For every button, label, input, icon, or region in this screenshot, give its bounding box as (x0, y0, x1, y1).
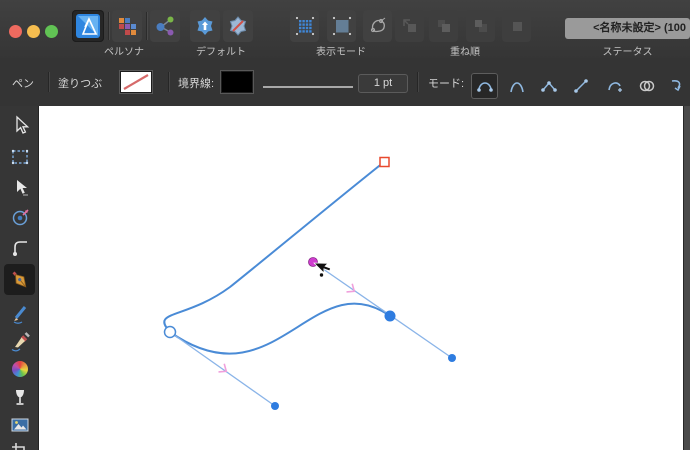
mouse-cursor (313, 262, 332, 274)
smart-mode-button[interactable] (503, 73, 530, 99)
top-toolbar: ペルソナ デフォルト 表示モード 重ね順 <名称未設定> (100 ステータス (0, 0, 690, 59)
place-image-tool[interactable] (4, 410, 35, 439)
add-new-curve-icon (607, 82, 622, 92)
corner-tool[interactable] (4, 232, 35, 261)
move-to-front-button (395, 10, 424, 42)
node-tool-icon (16, 179, 28, 196)
status-group-label: ステータス (602, 47, 653, 58)
export-persona-button[interactable] (150, 10, 180, 42)
defaults-group-label: デフォルト (196, 47, 246, 58)
attach-curve-button[interactable] (633, 73, 660, 99)
fill-tool-icon (11, 360, 28, 377)
handle-dot-2[interactable] (448, 354, 456, 362)
pen-tool[interactable] (4, 264, 35, 295)
minimize-button[interactable] (27, 25, 40, 38)
pen-tool-icon (11, 270, 26, 288)
curve-segment-2[interactable] (169, 302, 391, 355)
start-node-square[interactable] (379, 156, 390, 168)
outline-view-button[interactable] (363, 10, 392, 42)
designer-persona-icon (76, 14, 100, 38)
selected-node[interactable] (384, 310, 396, 322)
cursor-modifier-dot (319, 273, 324, 277)
point-transform-tool[interactable] (4, 202, 35, 231)
continue-curve-icon (671, 80, 681, 92)
add-new-curve-button[interactable] (601, 73, 628, 99)
pixel-persona-button[interactable] (112, 10, 142, 42)
affinity-designer-window: ペルソナ デフォルト 表示モード 重ね順 <名称未設定> (100 ステータス … (0, 0, 690, 450)
stroke-width-value[interactable]: 1 pt (358, 74, 408, 93)
active-tool-label: ペン (12, 78, 34, 90)
fill-swatch[interactable] (121, 72, 151, 92)
pixel-view-button[interactable] (327, 10, 356, 42)
line-mode-icon (573, 79, 588, 93)
fill-tool[interactable] (4, 354, 35, 383)
smart-mode-icon (509, 82, 524, 93)
vector-crop-tool-icon (11, 442, 25, 450)
designer-persona-button[interactable] (72, 10, 104, 42)
move-to-back-button (502, 10, 531, 42)
move-to-front-icon (402, 19, 416, 32)
vector-brush-tool[interactable] (4, 326, 35, 355)
pen-path-drawing (163, 156, 456, 410)
pencil-tool[interactable] (4, 298, 35, 327)
defaults-sync-button[interactable] (190, 10, 220, 42)
move-to-back-icon (512, 22, 522, 31)
persona-group-label: ペルソナ (104, 47, 144, 58)
stroke-label: 境界線: (178, 78, 215, 90)
document-canvas[interactable] (39, 106, 683, 450)
tools-panel (0, 106, 39, 450)
transparency-tool-icon (15, 389, 24, 405)
defaults-revert-button[interactable] (223, 10, 253, 42)
defaults-sync-icon (197, 17, 213, 35)
stroke-swatch[interactable] (222, 72, 252, 92)
line-mode-button[interactable] (567, 73, 594, 99)
handle-dot-1[interactable] (271, 402, 279, 410)
move-backward-icon (474, 20, 487, 32)
zoom-button[interactable] (45, 25, 58, 38)
defaults-revert-icon (229, 16, 247, 36)
pasteboard-edge (683, 106, 690, 450)
mode-label: モード: (428, 78, 465, 90)
pixel-persona-icon (119, 18, 136, 35)
pixel-grid-view-button[interactable] (290, 10, 319, 42)
node-tool[interactable] (4, 172, 35, 201)
export-persona-icon (156, 16, 174, 36)
vector-brush-tool-icon (11, 331, 30, 351)
pencil-tool-icon (13, 305, 26, 324)
handle-line-1 (169, 331, 276, 407)
point-transform-tool-icon (12, 208, 29, 225)
pixel-view-icon (332, 16, 351, 36)
artboard-tool-icon (11, 149, 28, 164)
continue-curve-button[interactable] (663, 73, 690, 99)
attach-curve-icon (639, 80, 654, 92)
outline-view-icon (370, 17, 385, 33)
stroke-width-slider[interactable] (263, 86, 353, 88)
pen-mode-icon (476, 82, 493, 92)
arrange-group-label: 重ね順 (450, 47, 480, 58)
vector-crop-tool[interactable] (4, 436, 35, 450)
artboard-tool[interactable] (4, 142, 35, 171)
no-fill-icon (123, 74, 149, 90)
move-forward-icon (437, 20, 450, 32)
close-button[interactable] (9, 25, 22, 38)
polygon-mode-button[interactable] (535, 73, 562, 99)
move-tool[interactable] (4, 110, 35, 139)
context-toolbar: ペン 塗りつぶ 境界線: 1 pt モード: (0, 58, 690, 107)
smooth-node-circle[interactable] (163, 325, 177, 339)
pixel-grid-view-icon (295, 16, 314, 36)
move-backward-button (466, 10, 495, 42)
transparency-tool[interactable] (4, 382, 35, 411)
place-image-tool-icon (11, 418, 28, 431)
move-forward-button (429, 10, 458, 42)
fill-label: 塗りつぶ (58, 78, 103, 90)
corner-tool-icon (12, 240, 27, 256)
pen-mode-button[interactable] (471, 73, 498, 99)
move-tool-icon (15, 115, 29, 134)
polygon-mode-icon (540, 81, 557, 92)
view-mode-group-label: 表示モード (316, 47, 366, 58)
curve-segment-1[interactable] (163, 161, 385, 333)
status-box: <名称未設定> (100 (565, 18, 690, 39)
handle-line-2 (312, 261, 453, 359)
